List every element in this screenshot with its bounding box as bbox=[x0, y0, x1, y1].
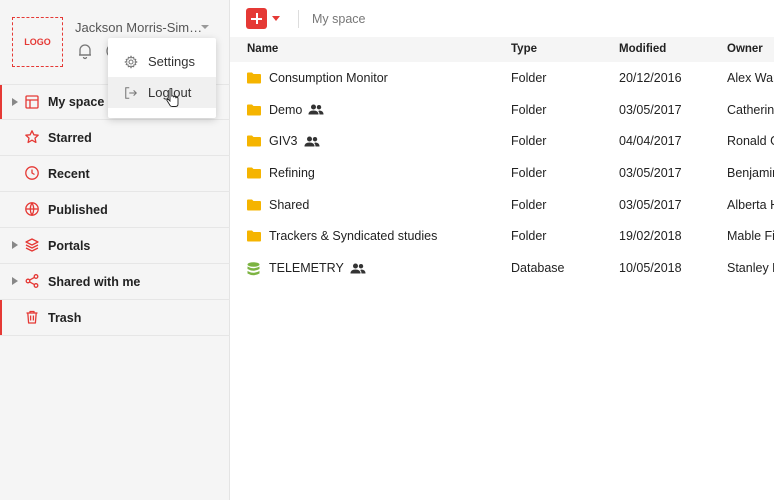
logo: LOGO bbox=[12, 17, 63, 67]
sidebar-item-starred[interactable]: Starred bbox=[0, 120, 230, 156]
sidebar-item-label: Starred bbox=[48, 130, 92, 145]
table-row[interactable]: Trackers & Syndicated studies Folder 19/02… bbox=[230, 220, 774, 252]
table-row[interactable]: TELEMETRY Database 10/05/2018 Stanley K bbox=[230, 252, 774, 284]
sidebar-item-label: My space bbox=[48, 95, 105, 109]
add-menu-chevron-icon[interactable] bbox=[272, 16, 280, 21]
shared-users-icon bbox=[350, 263, 366, 274]
row-modified: 19/02/2018 bbox=[619, 229, 682, 244]
row-name[interactable]: Consumption Monitor bbox=[269, 71, 388, 85]
row-name[interactable]: GIV3 bbox=[269, 134, 320, 148]
breadcrumb[interactable]: My space bbox=[312, 12, 366, 26]
row-type: Folder bbox=[511, 229, 547, 244]
sidebar-item-label: Shared with me bbox=[48, 274, 141, 289]
row-name-text: Refining bbox=[269, 166, 315, 181]
row-name[interactable]: Trackers & Syndicated studies bbox=[269, 229, 437, 243]
row-owner: Stanley K bbox=[727, 261, 774, 276]
user-name[interactable]: Jackson Morris-Sim… bbox=[75, 20, 202, 35]
layers-icon bbox=[25, 238, 39, 252]
globe-icon bbox=[25, 202, 39, 216]
column-header-type[interactable]: Type bbox=[511, 43, 537, 55]
folder-icon bbox=[247, 199, 261, 211]
gear-icon bbox=[124, 54, 138, 69]
sidebar-item-recent[interactable]: Recent bbox=[0, 156, 230, 192]
folder-icon bbox=[247, 230, 261, 242]
user-menu: Settings Log out bbox=[108, 38, 216, 118]
row-modified: 04/04/2017 bbox=[619, 134, 682, 149]
menu-item-label: Settings bbox=[148, 54, 195, 69]
share-icon bbox=[25, 274, 39, 288]
bell-icon[interactable] bbox=[76, 42, 94, 60]
row-name-text: TELEMETRY bbox=[269, 261, 344, 276]
expand-arrow-icon[interactable] bbox=[12, 277, 18, 285]
add-button[interactable] bbox=[246, 8, 267, 29]
sidebar-item-label: Portals bbox=[48, 238, 91, 253]
column-header-name[interactable]: Name bbox=[247, 43, 278, 55]
mouse-cursor-icon bbox=[166, 88, 179, 107]
row-modified: 03/05/2017 bbox=[619, 166, 682, 181]
database-icon bbox=[247, 262, 260, 276]
sidebar-item-portals[interactable]: Portals bbox=[0, 228, 230, 264]
sidebar-item-trash[interactable]: Trash bbox=[0, 300, 230, 336]
chevron-down-icon[interactable] bbox=[200, 22, 210, 32]
table-body: Consumption Monitor Folder 20/12/2016 Alex … bbox=[230, 62, 774, 284]
trash-icon bbox=[26, 310, 38, 324]
logout-icon bbox=[125, 86, 137, 99]
folder-icon bbox=[247, 104, 261, 116]
row-name-text: Consumption Monitor bbox=[269, 71, 388, 85]
menu-item-logout[interactable]: Log out bbox=[108, 77, 216, 108]
sidebar-item-published[interactable]: Published bbox=[0, 192, 230, 228]
table-row[interactable]: GIV3 Folder 04/04/2017 Ronald G bbox=[230, 125, 774, 157]
row-name-text: GIV3 bbox=[269, 134, 298, 149]
table-row[interactable]: Refining Folder 03/05/2017 Benjamin bbox=[230, 157, 774, 189]
table-row[interactable]: Consumption Monitor Folder 20/12/2016 Alex … bbox=[230, 62, 774, 94]
row-name[interactable]: Demo bbox=[269, 103, 324, 117]
folder-icon bbox=[247, 72, 261, 84]
star-icon bbox=[25, 130, 39, 144]
sidebar-item-label: Recent bbox=[48, 166, 90, 181]
row-owner: Benjamin bbox=[727, 166, 774, 181]
row-name[interactable]: Shared bbox=[269, 198, 309, 212]
expand-arrow-icon[interactable] bbox=[12, 241, 18, 249]
row-type: Folder bbox=[511, 134, 547, 149]
table-header: Name Type Modified Owner bbox=[230, 37, 774, 62]
divider bbox=[298, 10, 299, 28]
row-type: Database bbox=[511, 261, 565, 276]
shared-users-icon bbox=[308, 104, 324, 115]
toolbar: My space bbox=[230, 0, 774, 37]
row-name-text: Demo bbox=[269, 102, 303, 117]
clock-icon bbox=[25, 166, 39, 180]
folder-icon bbox=[247, 135, 261, 147]
row-owner: Mable Fie bbox=[727, 229, 774, 244]
shared-users-icon bbox=[304, 136, 319, 147]
file-table: Name Type Modified Owner Consumption Mon… bbox=[230, 37, 774, 284]
sidebar-nav: My space Starred Recent Published Portals Sha… bbox=[0, 84, 230, 336]
row-modified: 20/12/2016 bbox=[619, 71, 682, 85]
row-name[interactable]: Refining bbox=[269, 166, 315, 180]
row-type: Folder bbox=[511, 166, 547, 181]
sidebar-item-label: Trash bbox=[48, 310, 82, 325]
row-name[interactable]: TELEMETRY bbox=[269, 261, 366, 275]
column-header-owner[interactable]: Owner bbox=[727, 43, 763, 55]
row-owner: Alberta H bbox=[727, 197, 774, 212]
row-owner: Ronald G bbox=[727, 134, 774, 149]
layout-icon bbox=[25, 95, 39, 109]
table-row[interactable]: Shared Folder 03/05/2017 Alberta H bbox=[230, 189, 774, 221]
expand-arrow-icon[interactable] bbox=[12, 98, 18, 106]
row-modified: 03/05/2017 bbox=[619, 102, 682, 117]
row-type: Folder bbox=[511, 71, 547, 85]
row-modified: 10/05/2018 bbox=[619, 261, 682, 276]
column-header-modified[interactable]: Modified bbox=[619, 43, 666, 55]
row-type: Folder bbox=[511, 197, 547, 212]
menu-item-settings[interactable]: Settings bbox=[108, 46, 216, 77]
table-row[interactable]: Demo Folder 03/05/2017 Catherine bbox=[230, 94, 774, 126]
sidebar-item-label: Published bbox=[48, 202, 108, 217]
row-type: Folder bbox=[511, 102, 547, 117]
folder-icon bbox=[247, 167, 261, 179]
sidebar-item-shared-with-me[interactable]: Shared with me bbox=[0, 264, 230, 300]
row-name-text: Shared bbox=[269, 197, 310, 212]
row-modified: 03/05/2017 bbox=[619, 197, 682, 212]
row-owner: Catherine bbox=[727, 102, 774, 117]
row-name-text: Trackers & Syndicated studies bbox=[269, 229, 438, 244]
row-owner: Alex War bbox=[727, 71, 774, 85]
